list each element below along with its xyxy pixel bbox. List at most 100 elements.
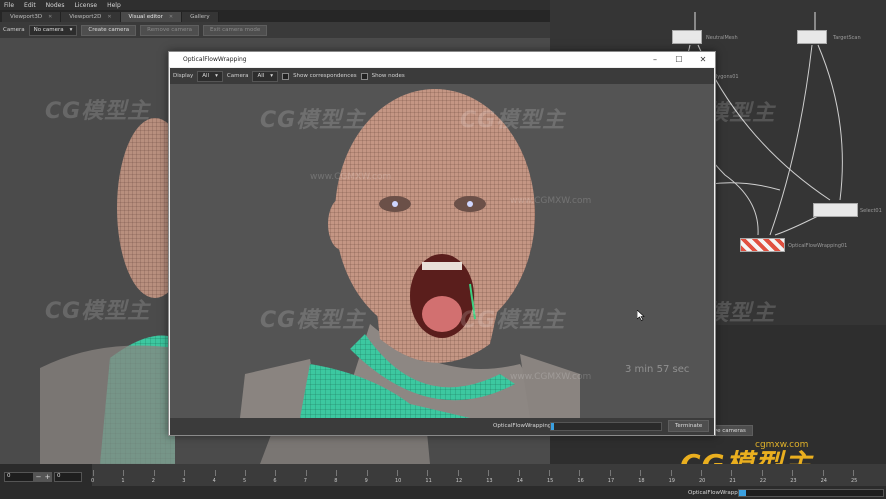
- timeline-tick: [488, 470, 490, 476]
- node-label: OpticalFlowWrapping01: [788, 243, 848, 249]
- camera-toolbar: Camera No camera ▾ Create camera Remove c…: [0, 22, 550, 38]
- timeline-tick-label: 5: [243, 478, 247, 484]
- timeline-tick: [761, 470, 763, 476]
- progress-label: OpticalFlowWrapping: [493, 423, 552, 429]
- timeline-tick: [427, 470, 429, 476]
- timeline-tick: [579, 470, 581, 476]
- timeline-tick-label: 0: [91, 478, 95, 484]
- node-neutral-mesh[interactable]: [672, 30, 702, 44]
- timeline-tick-label: 15: [547, 478, 554, 484]
- dialog-title: OpticalFlowWrapping: [183, 56, 247, 63]
- timeline-tick: [214, 470, 216, 476]
- timeline-tick: [640, 470, 642, 476]
- minimize-icon[interactable]: –: [643, 52, 667, 67]
- timeline-tick-label: 25: [851, 478, 858, 484]
- maximize-icon[interactable]: ☐: [667, 52, 691, 67]
- timeline-tick: [731, 470, 733, 476]
- timeline-tick: [153, 470, 155, 476]
- timeline-tick-label: 18: [638, 478, 645, 484]
- node-optical-flow-wrapping[interactable]: [740, 238, 785, 252]
- tab-gallery[interactable]: Gallery: [182, 12, 219, 22]
- timeline-tick-label: 9: [364, 478, 368, 484]
- dialog-toolbar: Display All ▾ Camera All ▾ Show correspond…: [170, 68, 714, 84]
- exit-camera-mode-button[interactable]: Exit camera mode: [203, 24, 268, 36]
- frame-start-field[interactable]: 0: [4, 472, 34, 482]
- node-label: Select01: [860, 208, 882, 214]
- node-select[interactable]: [813, 203, 858, 217]
- timeline-tick: [792, 470, 794, 476]
- timeline-tick: [518, 470, 520, 476]
- timeline-tick-label: 6: [273, 478, 277, 484]
- optical-flow-dialog: OpticalFlowWrapping – ☐ ✕ Display All ▾ C…: [168, 51, 716, 436]
- show-nodes-label: Show nodes: [371, 73, 405, 79]
- display-label: Display: [173, 73, 194, 79]
- show-correspondences-label: Show correspondences: [293, 73, 357, 79]
- plus-icon[interactable]: +: [43, 472, 52, 482]
- timeline-tick: [245, 470, 246, 476]
- close-icon[interactable]: ✕: [691, 52, 715, 67]
- menu-file[interactable]: File: [4, 2, 14, 9]
- node-label: NeutralMesh: [706, 35, 738, 41]
- current-frame-field[interactable]: 0: [54, 472, 82, 482]
- close-icon[interactable]: ✕: [48, 14, 52, 20]
- dialog-titlebar[interactable]: OpticalFlowWrapping – ☐ ✕: [169, 52, 715, 67]
- menu-nodes[interactable]: Nodes: [46, 2, 65, 9]
- node-target-scan[interactable]: [797, 30, 827, 44]
- eta-text: 3 min 57 sec: [625, 364, 690, 375]
- timeline-tick-label: 12: [455, 478, 463, 484]
- timeline-tick-label: 24: [820, 478, 827, 484]
- timeline-tick: [305, 470, 307, 476]
- display-select[interactable]: All ▾: [197, 70, 223, 82]
- create-camera-button[interactable]: Create camera: [81, 24, 137, 36]
- timeline-tick-label: 21: [729, 478, 736, 484]
- chevron-down-icon: ▾: [215, 73, 218, 79]
- timeline-tick-label: 23: [790, 478, 797, 484]
- close-icon[interactable]: ✕: [169, 14, 173, 20]
- tab-viewport2d[interactable]: Viewport2D ✕: [61, 12, 121, 22]
- menu-license[interactable]: License: [74, 2, 97, 9]
- menu-edit[interactable]: Edit: [24, 2, 36, 9]
- camera-select[interactable]: No camera ▾: [28, 24, 78, 36]
- tab-bar: Viewport3D ✕ Viewport2D ✕ Visual editor ✕ G…: [0, 10, 550, 22]
- show-correspondences-checkbox[interactable]: [282, 72, 290, 80]
- timeline-ruler[interactable]: 0 1 2 3 4 5 6 7 8 9 10 11 12 13 14 15 16 17 18 19 20 21 22 23 24…: [91, 464, 886, 486]
- menu-help[interactable]: Help: [107, 2, 121, 9]
- show-nodes-checkbox[interactable]: [360, 72, 368, 80]
- timeline-tick-label: 3: [182, 478, 186, 484]
- timeline: 0 − + 0 0 1 2 3 4 5 6 7 8 9 10 11 12 13 14 15 16 17 18 19 20…: [0, 464, 886, 499]
- camera-label: Camera: [226, 73, 249, 79]
- watermark-url: cgmxw.com: [755, 440, 809, 450]
- timeline-tick-label: 14: [516, 478, 523, 484]
- terminate-button[interactable]: Terminate: [668, 420, 710, 432]
- status-progress-bar: [738, 489, 884, 497]
- timeline-tick-label: 13: [486, 478, 493, 484]
- timeline-tick-label: 16: [577, 478, 584, 484]
- timeline-tick: [397, 470, 398, 476]
- timeline-tick-label: 20: [699, 478, 706, 484]
- tab-viewport3d[interactable]: Viewport3D ✕: [2, 12, 62, 22]
- camera-filter-select[interactable]: All ▾: [252, 70, 279, 82]
- timeline-tick-label: 10: [395, 478, 402, 484]
- timeline-tick-label: 17: [607, 478, 615, 484]
- close-icon[interactable]: ✕: [107, 14, 111, 20]
- timeline-tick: [336, 470, 338, 476]
- chevron-down-icon: ▾: [270, 73, 274, 79]
- minus-icon[interactable]: −: [34, 472, 43, 482]
- progress-bar: [550, 422, 662, 431]
- tab-visual-editor[interactable]: Visual editor ✕: [120, 12, 183, 22]
- timeline-tick: [457, 470, 459, 476]
- timeline-tick-label: 11: [425, 478, 432, 484]
- timeline-tick-label: 1: [121, 478, 125, 484]
- status-progress-fill: [739, 490, 747, 496]
- timeline-tick: [609, 470, 611, 476]
- progress-fill: [551, 423, 555, 430]
- timeline-tick: [822, 470, 824, 476]
- timeline-tick-label: 19: [668, 478, 675, 484]
- timeline-tick: [275, 470, 277, 476]
- timeline-tick: [549, 470, 550, 476]
- chevron-down-icon: ▾: [69, 27, 73, 33]
- remove-camera-button[interactable]: Remove camera: [140, 24, 199, 36]
- timeline-tick-label: 4: [212, 478, 216, 484]
- timeline-tick: [701, 470, 702, 476]
- dialog-viewport[interactable]: CG模型主 CG模型主 CG模型主 CG模型主 CG模型主 www.CGMXW.…: [170, 84, 714, 418]
